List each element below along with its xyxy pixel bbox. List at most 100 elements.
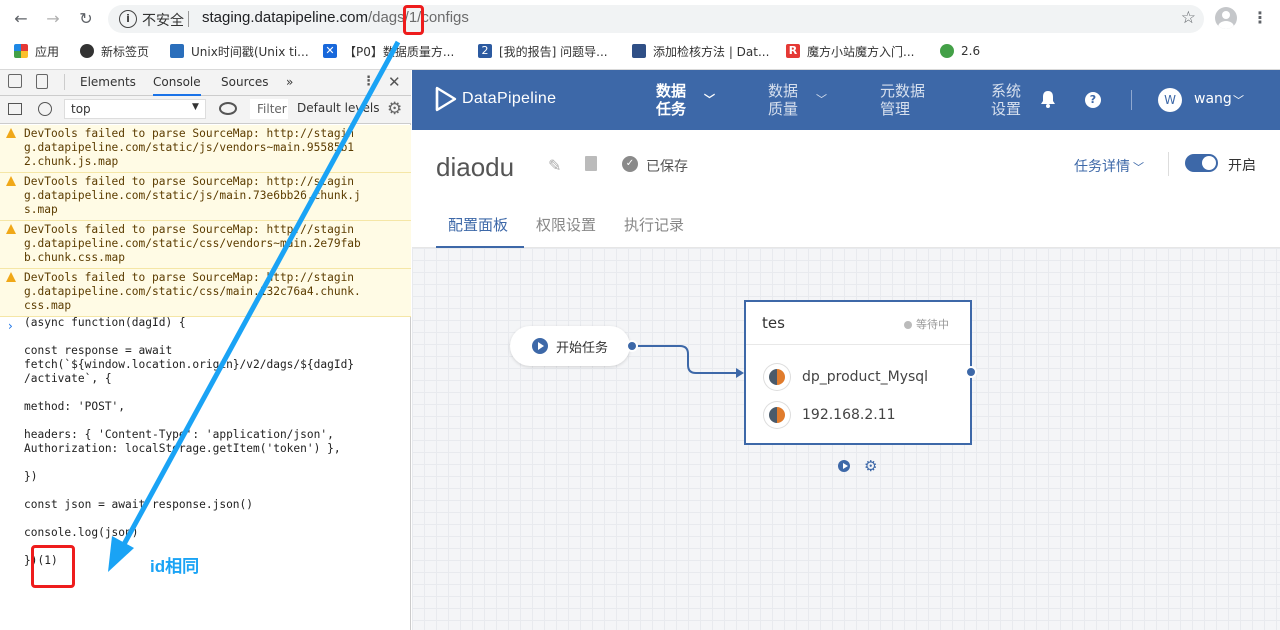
eye-icon[interactable] <box>219 102 237 115</box>
warning-line: DevTools failed to parse SourceMap: http… <box>24 223 355 236</box>
node-output-port[interactable] <box>965 366 977 378</box>
menu-data-quality[interactable]: 数据 质量 ﹀ <box>768 82 827 118</box>
node-source[interactable]: dp_product_Mysql <box>764 364 964 392</box>
source-label: dp_product_Mysql <box>802 369 929 385</box>
device-toggle-icon[interactable] <box>36 74 48 89</box>
start-task-node[interactable]: 开始任务 <box>510 326 630 366</box>
code-line: /activate`, { <box>24 372 112 385</box>
reload-icon[interactable]: ↻ <box>75 8 97 30</box>
console-warning: DevTools failed to parse SourceMap: http… <box>0 221 411 269</box>
bookmark-apps[interactable]: 应用 <box>14 40 59 62</box>
datapipeline-icon <box>632 44 646 58</box>
flow-canvas[interactable]: 开始任务 tes 等待中 dp_product_Mysql 192.168.2.… <box>412 248 1280 630</box>
tab-elements[interactable]: Elements <box>80 75 136 89</box>
start-task-label: 开始任务 <box>556 341 609 356</box>
bookmark-label: 2.6 <box>961 44 981 58</box>
gear-icon[interactable]: ⚙ <box>387 99 402 119</box>
node-status: 等待中 <box>904 316 949 332</box>
warning-icon <box>6 176 16 186</box>
account-avatar-icon[interactable] <box>1215 7 1237 29</box>
tab-execution-log[interactable]: 执行记录 <box>624 214 684 235</box>
help-icon[interactable]: ? <box>1085 92 1101 108</box>
apps-grid-icon <box>14 44 28 58</box>
warning-line: g.datapipeline.com/static/js/main.73e6bb… <box>24 189 361 202</box>
bookmark-check[interactable]: 添加检核方法 | Dat... <box>632 40 769 62</box>
chevron-down-icon[interactable]: ﹀ <box>1233 92 1244 108</box>
saved-status: 已保存 <box>646 159 688 175</box>
annotation-label: id相同 <box>150 557 200 576</box>
tab-sources[interactable]: Sources <box>221 75 268 89</box>
output-port[interactable] <box>626 340 638 352</box>
sidebar-toggle-icon[interactable] <box>8 103 22 115</box>
warning-line: DevTools failed to parse SourceMap: http… <box>24 175 355 188</box>
task-details-dropdown[interactable]: 任务详情 ﹀ <box>1074 156 1144 176</box>
bookmark-rubik[interactable]: R 魔方小站魔方入门... <box>786 40 914 62</box>
code-id-highlight <box>31 545 75 588</box>
inspect-icon[interactable] <box>8 74 22 88</box>
bookmark-unix[interactable]: Unix时间戳(Unix ti... <box>170 40 309 62</box>
chevron-down-icon: ﹀ <box>1133 161 1144 174</box>
close-icon[interactable]: ✕ <box>388 73 401 91</box>
bookmark-26[interactable]: 2.6 <box>940 40 980 62</box>
menu-system-settings[interactable]: 系统 设置 <box>991 82 1031 118</box>
app-window: DataPipeline 数据 任务 ﹀ 数据 质量 ﹀ 元数据 管理 系统 设… <box>412 70 1280 630</box>
browser-menu-icon[interactable]: ⋮ <box>1252 8 1268 27</box>
edit-icon[interactable]: ✎ <box>548 156 561 175</box>
warning-icon <box>6 272 16 282</box>
mysql-icon <box>764 364 790 390</box>
code-line: Authorization: localStorage.getItem('tok… <box>24 442 341 455</box>
bookmark-label: 【P0】数据质量方... <box>344 44 455 59</box>
back-icon[interactable]: ← <box>10 8 32 30</box>
console-input-code[interactable]: (async function(dagId) {const response =… <box>0 316 411 568</box>
trash-icon[interactable] <box>585 156 597 171</box>
avatar[interactable]: W <box>1158 88 1182 112</box>
tab-console[interactable]: Console <box>153 75 201 96</box>
filter-input[interactable]: Filter <box>250 99 288 119</box>
task-details-label: 任务详情 <box>1074 159 1130 175</box>
menu-label: 系统 设置 <box>991 82 1022 118</box>
warning-line: css.map <box>24 299 72 312</box>
tab-divider <box>64 74 65 90</box>
address-bar[interactable]: i 不安全 staging.datapipeline.com/dags/1/co… <box>108 5 1204 33</box>
bookmark-new-tab[interactable]: 新标签页 <box>80 40 149 62</box>
tab-config-panel[interactable]: 配置面板 <box>448 214 508 235</box>
gear-icon[interactable]: ⚙ <box>864 457 877 475</box>
bell-icon[interactable] <box>1040 90 1056 108</box>
page-title: diaodu <box>436 152 515 182</box>
warning-line: s.map <box>24 203 58 216</box>
enable-toggle[interactable] <box>1185 154 1218 172</box>
devtools-menu-icon[interactable]: ⋮ <box>362 74 375 89</box>
bookmark-report[interactable]: 2 [我的报告] 问题导... <box>478 40 608 62</box>
console-toolbar: top ▼ Filter Default levels ⚙ <box>0 96 411 124</box>
code-line: headers: { 'Content-Type': 'application/… <box>24 428 334 441</box>
user-name[interactable]: wang <box>1194 91 1232 107</box>
log-levels-select[interactable]: Default levels <box>297 101 379 115</box>
confluence-icon: ✕ <box>323 44 337 58</box>
bookmark-p0[interactable]: ✕ 【P0】数据质量方... <box>323 40 454 62</box>
info-icon[interactable]: i <box>119 10 137 28</box>
forward-icon[interactable]: → <box>42 8 64 30</box>
titlebar-divider <box>1168 152 1169 176</box>
tab-more[interactable]: » <box>286 75 293 89</box>
menu-data-task[interactable]: 数据 任务 ﹀ <box>656 82 715 118</box>
context-label: top <box>71 102 91 116</box>
menu-metadata[interactable]: 元数据 管理 <box>880 82 940 118</box>
source-label: 192.168.2.11 <box>802 407 896 423</box>
task-titlebar: diaodu ✎ ✓ 已保存 任务详情 ﹀ 开启 配置面板 权限设置 执行记录 <box>412 130 1280 248</box>
warning-icon <box>6 224 16 234</box>
task-node[interactable]: tes 等待中 dp_product_Mysql 192.168.2.11 <box>744 300 972 445</box>
play-icon[interactable] <box>838 460 850 472</box>
url-host: staging.datapipeline.com <box>202 9 368 26</box>
bookmark-label: 添加检核方法 | Dat... <box>653 44 770 59</box>
tab-permissions[interactable]: 权限设置 <box>536 214 596 235</box>
context-select[interactable]: top ▼ <box>64 99 206 119</box>
mysql-icon <box>764 402 790 428</box>
url-text[interactable]: staging.datapipeline.com/dags/1/configs <box>202 9 469 26</box>
clear-console-icon[interactable] <box>38 102 52 116</box>
code-line: })(1) <box>24 554 58 567</box>
bookmark-star-icon[interactable]: ☆ <box>1181 8 1196 28</box>
node-source[interactable]: 192.168.2.11 <box>764 402 964 430</box>
